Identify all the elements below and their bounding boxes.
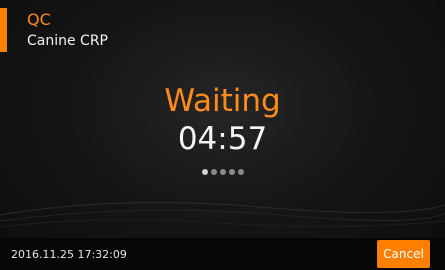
cancel-button[interactable]: Cancel <box>377 240 430 268</box>
progress-dot <box>210 169 217 175</box>
header-accent-bar <box>0 8 7 52</box>
test-name: Canine CRP <box>27 33 108 49</box>
device-screen: QC Canine CRP Waiting 04:57 2016.11.25 1… <box>0 0 445 270</box>
progress-dots <box>0 169 445 175</box>
progress-dot <box>228 169 235 175</box>
progress-dot <box>219 169 226 175</box>
test-mode-title: QC <box>27 10 51 29</box>
decorative-swoosh <box>0 202 445 228</box>
progress-dot <box>237 169 244 175</box>
countdown-timer: 04:57 <box>177 121 268 157</box>
status-label: Waiting <box>164 83 281 119</box>
progress-dot <box>201 169 208 175</box>
current-datetime: 2016.11.25 17:32:09 <box>11 248 127 261</box>
